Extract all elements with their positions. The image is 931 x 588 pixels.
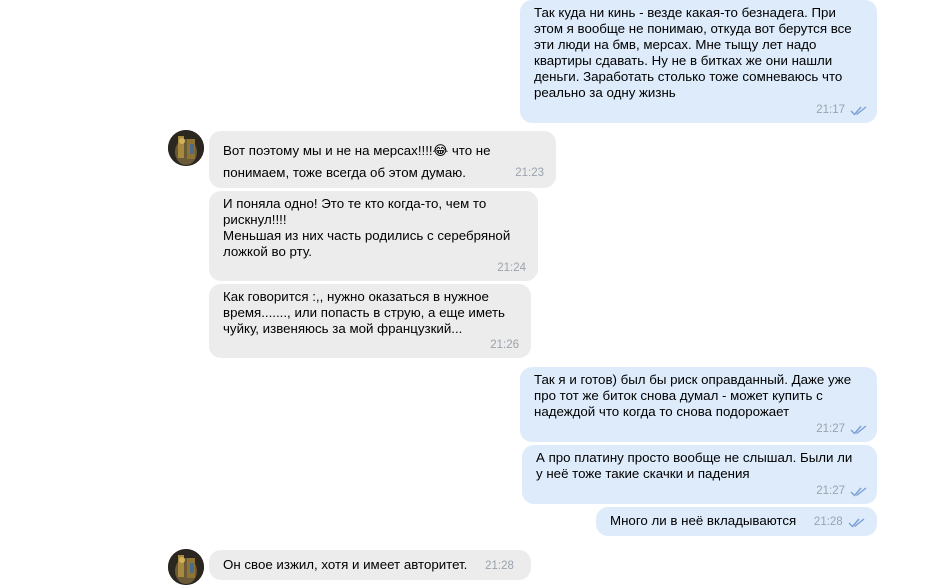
message-text: Вот поэтому мы и не на мерсах!!!!😂 что н… — [223, 143, 491, 180]
contact-avatar[interactable] — [168, 130, 204, 166]
message-bubble-outgoing[interactable]: Так я и готов) был бы риск оправданный. … — [520, 367, 877, 442]
message-bubble-incoming[interactable]: Как говорится :,, нужно оказаться в нужн… — [209, 284, 531, 358]
message-time: 21:27 — [816, 485, 845, 497]
double-check-icon — [850, 105, 867, 116]
message-bubble-incoming[interactable]: И поняла одно! Это те кто когда-то, чем … — [209, 191, 538, 281]
message-bubble-outgoing[interactable]: Много ли в неё вкладываются 21:28 — [596, 507, 877, 536]
message-text: А про платину просто вообще не слышал. Б… — [536, 450, 853, 481]
message-text: Так я и готов) был бы риск оправданный. … — [534, 372, 852, 419]
message-meta: 21:26 — [490, 337, 519, 353]
message-meta: 21:24 — [497, 260, 526, 276]
message-text: И поняла одно! Это те кто когда-то, чем … — [223, 196, 511, 259]
message-meta: 21:28 — [485, 558, 514, 574]
message-meta: 21:27 — [816, 421, 867, 437]
message-text: Он свое изжил, хотя и имеет авторитет. — [223, 557, 468, 572]
message-time: 21:27 — [816, 423, 845, 435]
message-time: 21:24 — [497, 262, 526, 274]
message-meta: 21:23 — [515, 165, 544, 181]
message-bubble-outgoing[interactable]: А про платину просто вообще не слышал. Б… — [522, 445, 877, 504]
double-check-icon — [848, 517, 865, 528]
contact-avatar[interactable] — [168, 549, 204, 585]
double-check-icon — [850, 486, 867, 497]
message-time: 21:17 — [816, 104, 845, 116]
message-bubble-incoming[interactable]: Он свое изжил, хотя и имеет авторитет. 2… — [209, 550, 531, 580]
message-text: Много ли в неё вкладываются — [610, 513, 797, 528]
message-meta: 21:27 — [816, 483, 867, 499]
message-text: Так куда ни кинь - везде какая-то безнад… — [534, 5, 852, 100]
message-time: 21:26 — [490, 339, 519, 351]
message-meta: 21:28 — [814, 514, 865, 530]
message-time: 21:28 — [813, 516, 843, 528]
message-bubble-outgoing[interactable]: Так куда ни кинь - везде какая-то безнад… — [520, 0, 877, 123]
message-time: 21:23 — [515, 167, 544, 179]
message-meta: 21:17 — [816, 102, 867, 118]
double-check-icon — [850, 424, 867, 435]
message-bubble-incoming[interactable]: Вот поэтому мы и не на мерсах!!!!😂 что н… — [209, 131, 556, 188]
message-text: Как говорится :,, нужно оказаться в нужн… — [223, 289, 505, 336]
message-time: 21:28 — [485, 560, 514, 572]
